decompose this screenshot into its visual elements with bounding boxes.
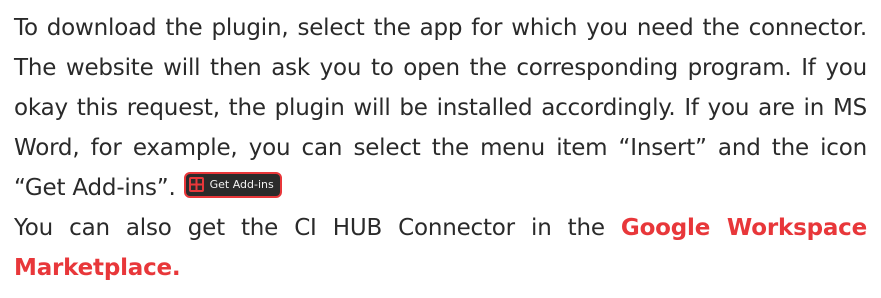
marketplace-paragraph: You can also get the CI HUB Connector in… [14,208,867,288]
grid-add-icon [188,177,204,192]
get-add-ins-label: Get Add-ins [209,177,274,191]
marketplace-intro-text: You can also get the CI HUB Connector in… [14,215,605,241]
install-instructions-text: To download the plugin, select the app f… [14,15,867,201]
install-instructions-paragraph: To download the plugin, select the app f… [14,8,867,208]
article-body: To download the plugin, select the app f… [0,0,881,288]
get-add-ins-button-image: Get Add-ins [183,171,282,198]
